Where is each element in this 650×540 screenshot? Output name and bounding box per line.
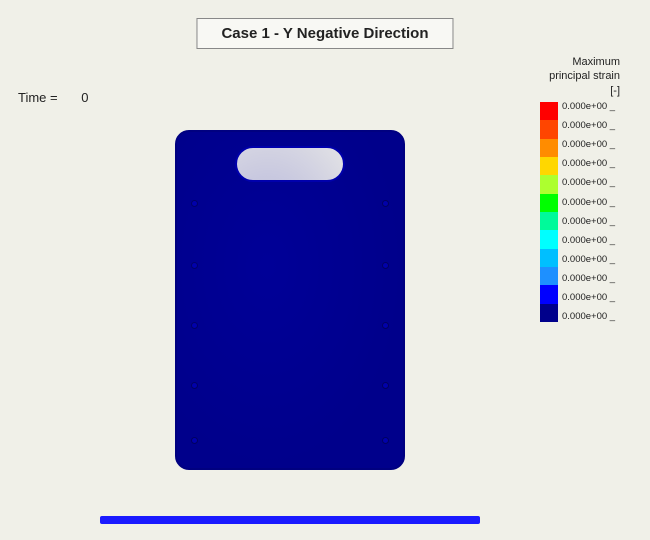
screw-9 xyxy=(382,437,389,444)
legend-label-8: 0.000e+00 _ xyxy=(562,255,615,265)
color-segment-3 xyxy=(540,157,558,175)
legend-labels: 0.000e+00 _ 0.000e+00 _ 0.000e+00 _ 0.000e+… xyxy=(562,102,615,322)
color-segment-8 xyxy=(540,249,558,267)
color-segment-6 xyxy=(540,212,558,230)
color-segment-5 xyxy=(540,194,558,212)
color-segment-9 xyxy=(540,267,558,285)
color-segment-4 xyxy=(540,175,558,193)
legend-label-2: 0.000e+00 _ xyxy=(562,140,615,150)
color-segment-0 xyxy=(540,102,558,120)
device-model xyxy=(175,130,405,490)
screw-3 xyxy=(382,262,389,269)
legend-label-3: 0.000e+00 _ xyxy=(562,159,615,169)
color-legend: Maximum principal strain [-] 0.000e+00 _… xyxy=(540,55,620,322)
screw-1 xyxy=(382,200,389,207)
legend-label-6: 0.000e+00 _ xyxy=(562,217,615,227)
legend-label-0: 0.000e+00 _ xyxy=(562,102,615,112)
legend-label-1: 0.000e+00 _ xyxy=(562,121,615,131)
screw-7 xyxy=(382,382,389,389)
legend-title: Maximum principal strain [-] xyxy=(540,55,620,98)
legend-label-4: 0.000e+00 _ xyxy=(562,178,615,188)
color-segment-10 xyxy=(540,285,558,303)
screw-4 xyxy=(191,322,198,329)
legend-body: 0.000e+00 _ 0.000e+00 _ 0.000e+00 _ 0.000e+… xyxy=(540,102,620,322)
color-segment-11 xyxy=(540,304,558,322)
ground-surface xyxy=(100,516,480,524)
simulation-title: Case 1 - Y Negative Direction xyxy=(196,18,453,49)
color-bar xyxy=(540,102,558,322)
screw-5 xyxy=(382,322,389,329)
legend-label-10: 0.000e+00 _ xyxy=(562,293,615,303)
legend-label-11: 0.000e+00 _ xyxy=(562,312,615,322)
screw-0 xyxy=(191,200,198,207)
legend-label-9: 0.000e+00 _ xyxy=(562,274,615,284)
handle-cutout xyxy=(235,146,345,182)
legend-label-7: 0.000e+00 _ xyxy=(562,236,615,246)
legend-label-5: 0.000e+00 _ xyxy=(562,198,615,208)
screw-2 xyxy=(191,262,198,269)
device-body xyxy=(175,130,405,470)
color-segment-1 xyxy=(540,120,558,138)
color-segment-7 xyxy=(540,230,558,248)
screw-8 xyxy=(191,437,198,444)
color-segment-2 xyxy=(540,139,558,157)
screw-6 xyxy=(191,382,198,389)
